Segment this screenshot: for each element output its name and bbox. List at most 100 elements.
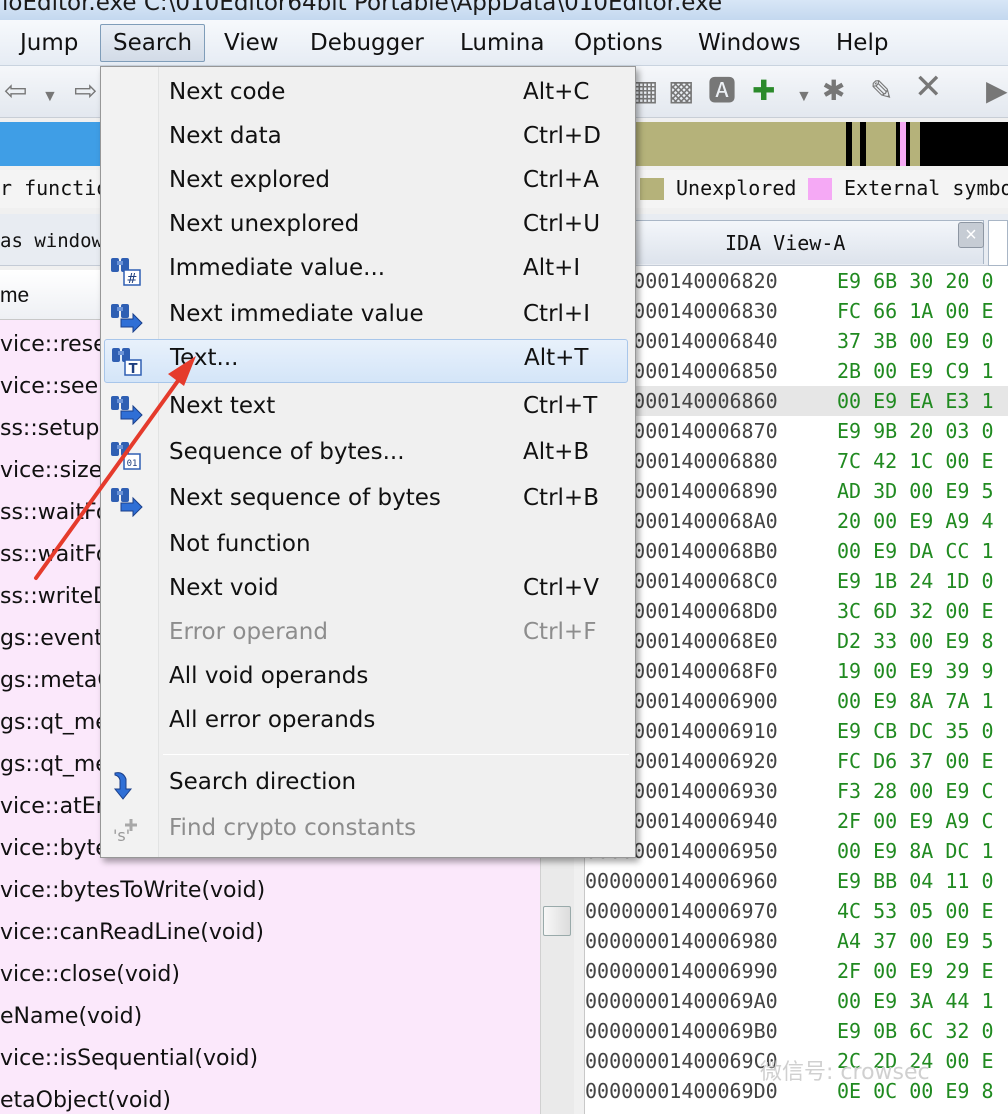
binoculars-arrow-icon (111, 396, 143, 425)
hex-row[interactable]: 0000000140006990 2F 00 E9 29 E (585, 956, 1008, 986)
binoculars-hash-icon: # (111, 258, 141, 287)
hex-bytes: 2F 00 E9 29 E (837, 959, 994, 983)
legend-swatch-unexplored (640, 178, 664, 200)
menu-item-next-sequence-of-bytes[interactable]: Next sequence of bytes Ctrl+B (101, 479, 635, 523)
menu-item-next-text[interactable]: Next text Ctrl+T (101, 387, 635, 431)
hex-row[interactable]: 0000000140006960 E9 BB 04 11 0 (585, 866, 1008, 896)
menu-item-label: Immediate value... (169, 255, 386, 281)
menu-item-label: Next explored (169, 167, 331, 193)
hex-row[interactable]: 0000000140006980 A4 37 00 E9 5 (585, 926, 1008, 956)
hex-row[interactable]: 0000000140006910 E9 CB DC 35 0 (585, 716, 1008, 746)
hex-bytes: F3 28 00 E9 C (837, 779, 994, 803)
hex-row[interactable]: 0000000140006970 4C 53 05 00 E (585, 896, 1008, 926)
binoculars-arrow-icon (111, 304, 143, 333)
ida-view-tab-row: IDA View-A × (584, 214, 1008, 266)
back-arrow-icon[interactable]: ⇦ (4, 76, 27, 106)
hex-row[interactable]: 0000000140006830 FC 66 1A 00 E (585, 296, 1008, 326)
hex-row[interactable]: 0000000140006820 E9 6B 30 20 0 (585, 266, 1008, 296)
tab-close-icon[interactable]: × (958, 222, 984, 248)
hex-view[interactable]: 0000000140006820 E9 6B 30 20 0 0000000140… (584, 266, 1008, 1114)
menu-item-next-explored[interactable]: Next explored Ctrl+A (101, 161, 635, 205)
menu-item-text[interactable]: T Text... Alt+T (104, 339, 628, 383)
menu-item-next-code[interactable]: Next code Alt+C (101, 73, 635, 117)
menu-item-shortcut: Ctrl+B (523, 485, 599, 511)
menu-item-next-data[interactable]: Next data Ctrl+D (101, 117, 635, 161)
menu-item-shortcut: Ctrl+T (523, 393, 598, 419)
menu-item-next-unexplored[interactable]: Next unexplored Ctrl+U (101, 205, 635, 249)
close-icon[interactable]: ✕ (914, 70, 943, 104)
function-row[interactable]: etaObject(void) (0, 1080, 540, 1114)
hex-row[interactable]: 0000000140006840 37 3B 00 E9 0 (585, 326, 1008, 356)
hex-row[interactable]: 00000001400068D0 3C 6D 32 00 E (585, 596, 1008, 626)
menu-item-not-function[interactable]: Not function (101, 525, 635, 569)
hex-row[interactable]: 0000000140006880 7C 42 1C 00 E (585, 446, 1008, 476)
down-arrow-icon (113, 772, 133, 800)
hex-row[interactable]: 00000001400069B0 E9 0B 6C 32 0 (585, 1016, 1008, 1046)
menu-item-sequence-of-bytes[interactable]: 01 Sequence of bytes... Alt+B (101, 433, 635, 477)
chevron-down-icon[interactable]: ▼ (796, 82, 812, 112)
menu-item-label: Next void (169, 575, 279, 601)
hex-bytes: FC 66 1A 00 E (837, 299, 994, 323)
legend-swatch-external (808, 178, 832, 200)
watermark: 微信号: crowsec (760, 1060, 930, 1085)
menu-lumina[interactable]: Lumina (460, 24, 544, 62)
chevron-down-icon[interactable]: ▼ (42, 82, 58, 112)
menu-item-all-void-operands[interactable]: All void operands (101, 657, 635, 701)
hex-bytes: 3C 6D 32 00 E (837, 599, 994, 623)
hex-row[interactable]: 0000000140006890 AD 3D 00 E9 5 (585, 476, 1008, 506)
menu-view[interactable]: View (224, 24, 279, 62)
function-row[interactable]: vice::canReadLine(void) (0, 912, 540, 954)
menu-item-next-immediate-value[interactable]: Next immediate value Ctrl+I (101, 295, 635, 339)
menu-item-next-void[interactable]: Next void Ctrl+V (101, 569, 635, 613)
menu-item-shortcut: Alt+B (523, 439, 590, 465)
hex-address: 00000001400069C0 (585, 1049, 778, 1073)
hex-row[interactable]: 00000001400068E0 D2 33 00 E9 8 (585, 626, 1008, 656)
forward-arrow-icon[interactable]: ⇨ (74, 76, 97, 106)
tab-next[interactable] (988, 220, 1008, 266)
function-row[interactable]: vice::bytesToWrite(void) (0, 870, 540, 912)
menu-item-shortcut: Alt+T (524, 345, 589, 371)
title-bar: ioEditor.exe C:\010Editor64bit Portable\… (0, 0, 1008, 20)
hex-row[interactable]: 00000001400068B0 00 E9 DA CC 1 (585, 536, 1008, 566)
menu-item-error-operand: Error operand Ctrl+F (101, 613, 635, 657)
hex-row[interactable]: 0000000140006900 00 E9 8A 7A 1 (585, 686, 1008, 716)
hex-row[interactable]: 0000000140006950 00 E9 8A DC 1 (585, 836, 1008, 866)
make-string-icon[interactable]: 🅰 (708, 76, 736, 106)
menu-item-label: Sequence of bytes... (169, 439, 405, 465)
menu-jump[interactable]: Jump (20, 24, 78, 62)
function-row[interactable]: vice::close(void) (0, 954, 540, 996)
hex-row[interactable]: 00000001400068F0 19 00 E9 39 9 (585, 656, 1008, 686)
hex-row[interactable]: 00000001400069A0 00 E9 3A 44 1 (585, 986, 1008, 1016)
menu-help[interactable]: Help (836, 24, 888, 62)
menu-item-shortcut: Ctrl+U (523, 211, 601, 237)
hex-row-current[interactable]: 0000000140006860 00 E9 EA E3 1 (585, 386, 1008, 416)
hex-row[interactable]: 00000001400068A0 20 00 E9 A9 4 (585, 506, 1008, 536)
make-array-icon[interactable]: ▩ (668, 76, 694, 106)
scrollbar-thumb[interactable] (543, 906, 571, 936)
menu-options[interactable]: Options (574, 24, 663, 62)
add-segment-icon[interactable]: ✚ (752, 76, 775, 106)
play-icon[interactable]: ▶ (986, 76, 1008, 106)
menu-item-label: Find crypto constants (169, 815, 417, 841)
menu-item-label: Error operand (169, 619, 328, 645)
tab-ida-view-a[interactable]: IDA View-A (624, 220, 984, 264)
function-row[interactable]: vice::isSequential(void) (0, 1038, 540, 1080)
menu-windows[interactable]: Windows (698, 24, 801, 62)
hex-row[interactable]: 0000000140006930 F3 28 00 E9 C (585, 776, 1008, 806)
hex-row[interactable]: 0000000140006940 2F 00 E9 A9 C (585, 806, 1008, 836)
menu-item-search-direction[interactable]: Search direction (101, 763, 635, 807)
hex-bytes: 37 3B 00 E9 0 (837, 329, 994, 353)
hex-row[interactable]: 0000000140006850 2B 00 E9 C9 1 (585, 356, 1008, 386)
menu-item-all-error-operands[interactable]: All error operands (101, 701, 635, 745)
hex-row[interactable]: 0000000140006870 E9 9B 20 03 0 (585, 416, 1008, 446)
hex-row[interactable]: 00000001400068C0 E9 1B 24 1D 0 (585, 566, 1008, 596)
edit-icon[interactable]: ✎ (870, 76, 893, 106)
function-row[interactable]: eName(void) (0, 996, 540, 1038)
menu-item-immediate-value[interactable]: # Immediate value... Alt+I (101, 249, 635, 293)
hex-bytes: 4C 53 05 00 E (837, 899, 994, 923)
hex-row[interactable]: 0000000140006920 FC D6 37 00 E (585, 746, 1008, 776)
menu-debugger[interactable]: Debugger (310, 24, 424, 62)
menu-search[interactable]: Search (100, 24, 206, 62)
plugin-icon[interactable]: ✱ (822, 76, 845, 106)
menu-item-shortcut: Ctrl+I (523, 301, 590, 327)
